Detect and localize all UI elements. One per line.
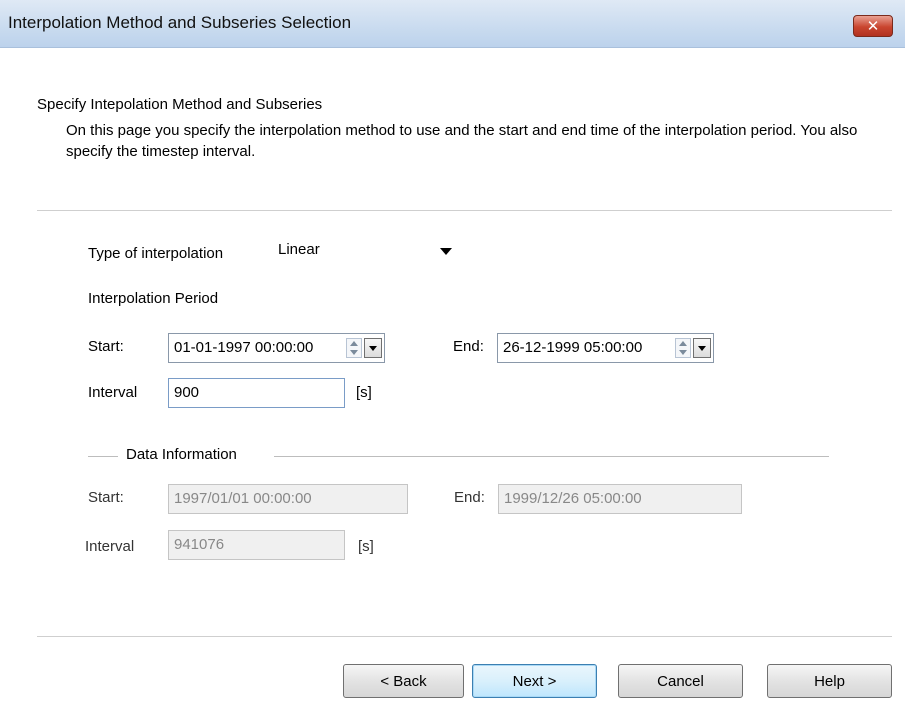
header-divider [37,210,892,211]
chevron-down-icon [698,346,706,351]
period-start-value: 01-01-1997 00:00:00 [174,339,314,356]
period-end-dropdown-button[interactable] [693,338,711,358]
spin-down-icon [679,350,687,355]
group-rule-right [274,456,829,457]
help-button[interactable]: Help [767,664,892,698]
footer-divider [37,636,892,637]
data-end-label: End: [454,489,485,506]
data-start-field: 1997/01/01 00:00:00 [168,484,408,514]
group-rule-left [88,456,118,457]
interpolation-period-label: Interpolation Period [88,290,219,307]
data-end-value: 1999/12/26 05:00:00 [504,490,642,507]
interpolation-type-value: Linear [278,241,320,258]
close-button[interactable]: ✕ [853,15,893,37]
data-info-group-label: Data Information [126,446,237,463]
data-interval-value: 941076 [174,536,225,553]
period-start-dropdown-button[interactable] [364,338,382,358]
back-button[interactable]: < Back [343,664,464,698]
close-icon: ✕ [866,17,880,35]
page-description: On this page you specify the interpolati… [66,122,858,160]
cancel-button[interactable]: Cancel [618,664,743,698]
period-end-value: 26-12-1999 05:00:00 [503,339,643,356]
chevron-down-icon [440,248,452,255]
data-interval-field: 941076 [168,530,345,560]
spin-down-icon [350,350,358,355]
period-end-label: End: [453,338,484,355]
interpolation-type-label: Type of interpolation [88,245,224,262]
interval-input[interactable]: 900 [168,378,345,408]
next-button[interactable]: Next > [472,664,597,698]
period-end-spinner[interactable] [675,338,691,358]
page-heading: Specify Intepolation Method and Subserie… [37,96,323,113]
spin-up-icon [350,341,358,346]
data-interval-unit-label: [s] [358,538,374,555]
window-title: Interpolation Method and Subseries Selec… [8,13,352,32]
interval-label: Interval [88,384,138,401]
data-interval-label: Interval [85,538,135,555]
title-bar: Interpolation Method and Subseries Selec… [0,0,905,48]
period-end-picker[interactable]: 26-12-1999 05:00:00 [497,333,714,363]
data-start-value: 1997/01/01 00:00:00 [174,490,312,507]
period-start-label: Start: [88,338,124,355]
data-start-label: Start: [88,489,124,506]
data-end-field: 1999/12/26 05:00:00 [498,484,742,514]
interval-unit-label: [s] [356,384,372,401]
interpolation-type-select[interactable]: Linear [270,233,460,269]
period-start-spinner[interactable] [346,338,362,358]
period-start-picker[interactable]: 01-01-1997 00:00:00 [168,333,385,363]
spin-up-icon [679,341,687,346]
interval-value: 900 [174,384,200,401]
chevron-down-icon [369,346,377,351]
